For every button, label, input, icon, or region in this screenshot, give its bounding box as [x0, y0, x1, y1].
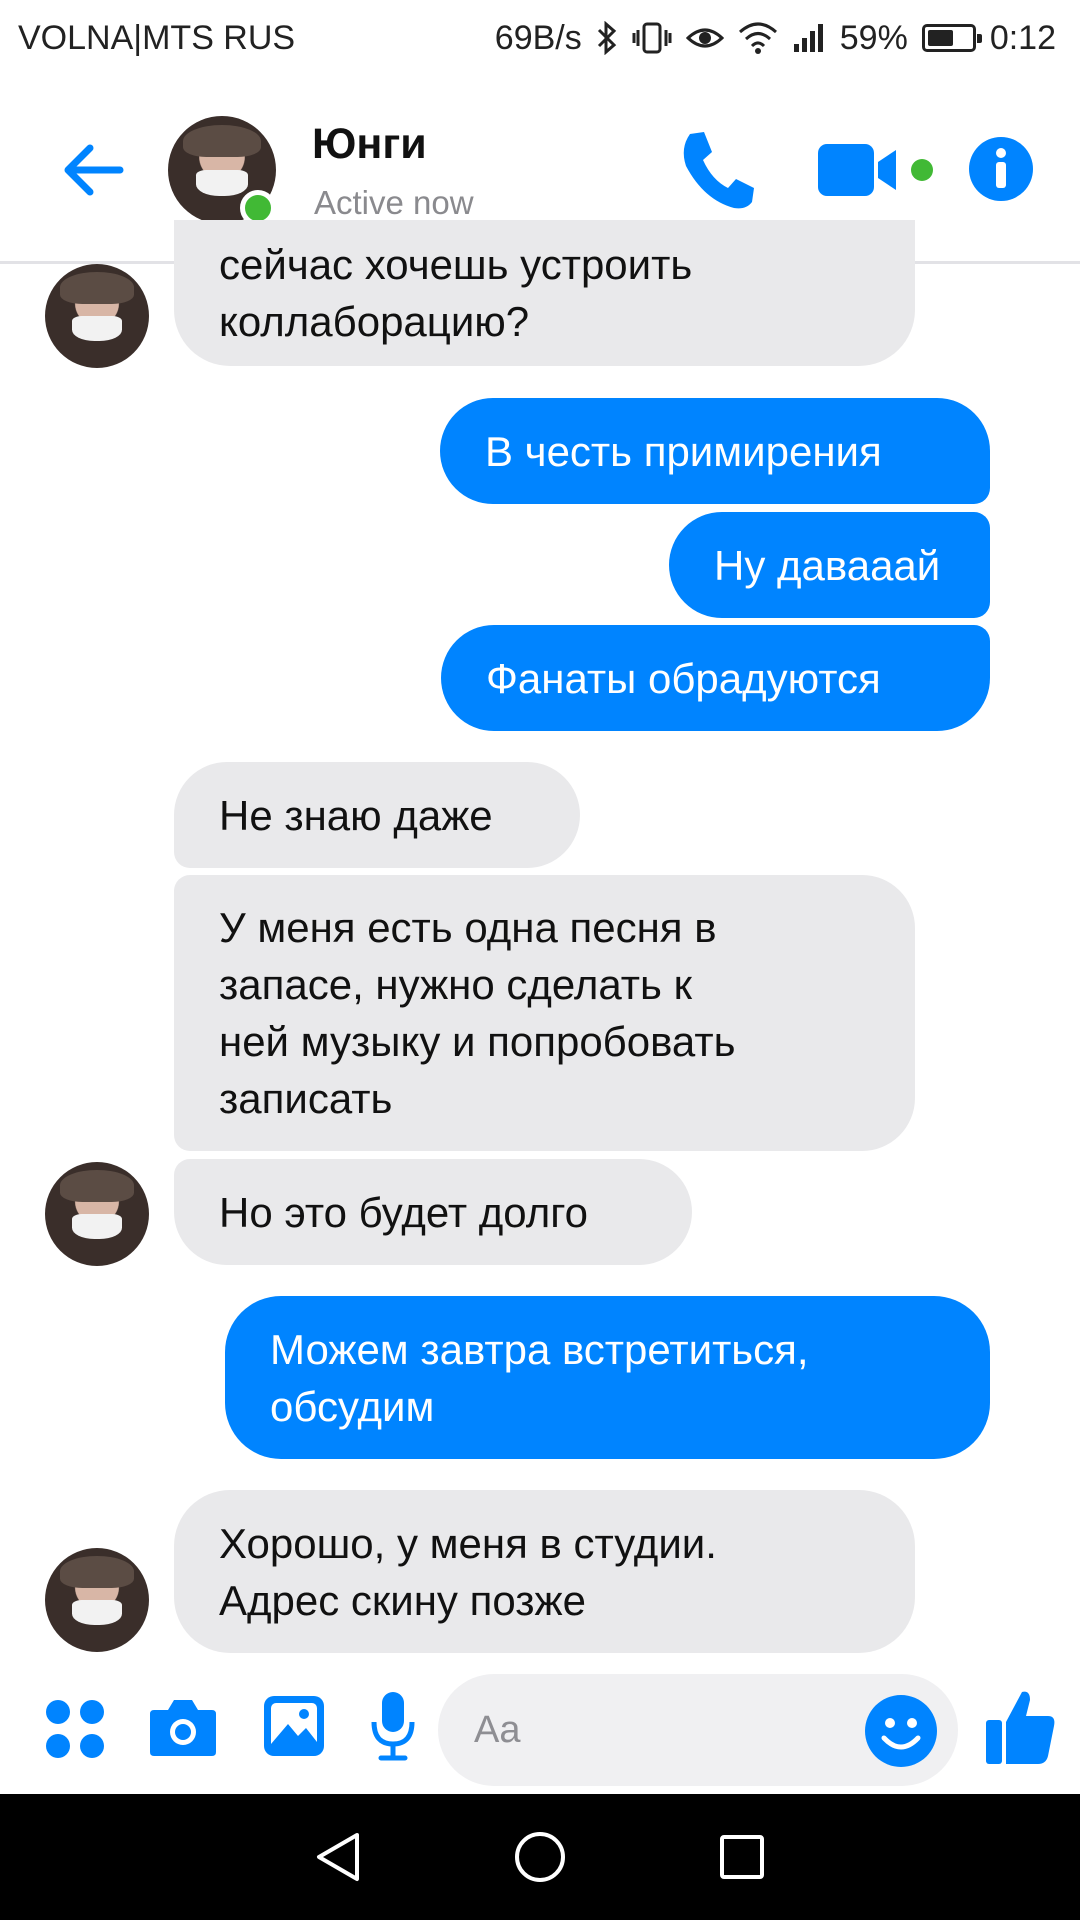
- message-input[interactable]: [474, 1700, 854, 1760]
- status-icons: 69B/s 59% 0:12: [495, 19, 1056, 58]
- info-icon[interactable]: [968, 136, 1034, 202]
- battery-icon: [921, 24, 982, 52]
- network-speed: 69B/s: [494, 18, 582, 57]
- nav-home-icon[interactable]: [513, 1830, 567, 1884]
- wifi-icon: [738, 22, 778, 54]
- camera-icon[interactable]: [148, 1696, 218, 1758]
- sender-avatar[interactable]: [45, 1162, 149, 1266]
- message-composer: [0, 1666, 1080, 1794]
- message-bubble-outgoing[interactable]: Ну давааай: [669, 512, 990, 618]
- contact-name[interactable]: Юнги: [312, 120, 427, 169]
- image-icon[interactable]: [262, 1694, 326, 1758]
- message-bubble-outgoing[interactable]: Можем завтра встретиться, обсудим: [225, 1296, 990, 1459]
- clock: 0:12: [989, 18, 1056, 57]
- message-bubble-incoming[interactable]: Хорошо, у меня в студии. Адрес скину поз…: [174, 1490, 915, 1653]
- emoji-icon[interactable]: [864, 1694, 938, 1768]
- message-bubble-incoming[interactable]: Но это будет долго: [174, 1159, 692, 1265]
- video-camera-icon[interactable]: [816, 140, 936, 202]
- system-nav-bar: [0, 1794, 1080, 1920]
- battery-percent: 59%: [839, 18, 908, 57]
- vibrate-icon: [632, 21, 672, 55]
- sender-avatar[interactable]: [45, 1548, 149, 1652]
- message-bubble-incoming[interactable]: Не знаю даже: [174, 762, 580, 868]
- back-arrow-icon[interactable]: [58, 134, 130, 206]
- thumbs-up-icon[interactable]: [984, 1686, 1056, 1766]
- microphone-icon[interactable]: [370, 1690, 416, 1762]
- carrier-label: VOLNA|MTS RUS: [18, 18, 296, 57]
- sender-avatar[interactable]: [45, 264, 149, 368]
- eye-icon: [685, 24, 724, 52]
- message-input-box[interactable]: [438, 1674, 958, 1786]
- message-bubble-outgoing[interactable]: В честь примирения: [440, 398, 990, 504]
- message-bubble-incoming[interactable]: У меня есть одна песня в запасе, нужно с…: [174, 875, 915, 1151]
- phone-icon[interactable]: [676, 128, 756, 212]
- messenger-screen: VOLNA|MTS RUS 69B/s 59% 0:12 Юнги Active…: [0, 0, 1080, 1920]
- battery-fill: [927, 30, 953, 46]
- nav-recents-icon[interactable]: [715, 1830, 769, 1884]
- signal-icon: [792, 22, 826, 54]
- apps-grid-icon[interactable]: [44, 1698, 106, 1760]
- bluetooth-icon: [596, 21, 618, 55]
- nav-back-icon[interactable]: [311, 1830, 365, 1884]
- message-bubble-outgoing[interactable]: Фанаты обрадуются: [441, 625, 990, 731]
- status-bar: VOLNA|MTS RUS 69B/s 59% 0:12: [0, 0, 1080, 76]
- message-bubble-incoming[interactable]: сейчас хочешь устроить коллаборацию?: [174, 220, 915, 366]
- contact-status: Active now: [314, 184, 474, 221]
